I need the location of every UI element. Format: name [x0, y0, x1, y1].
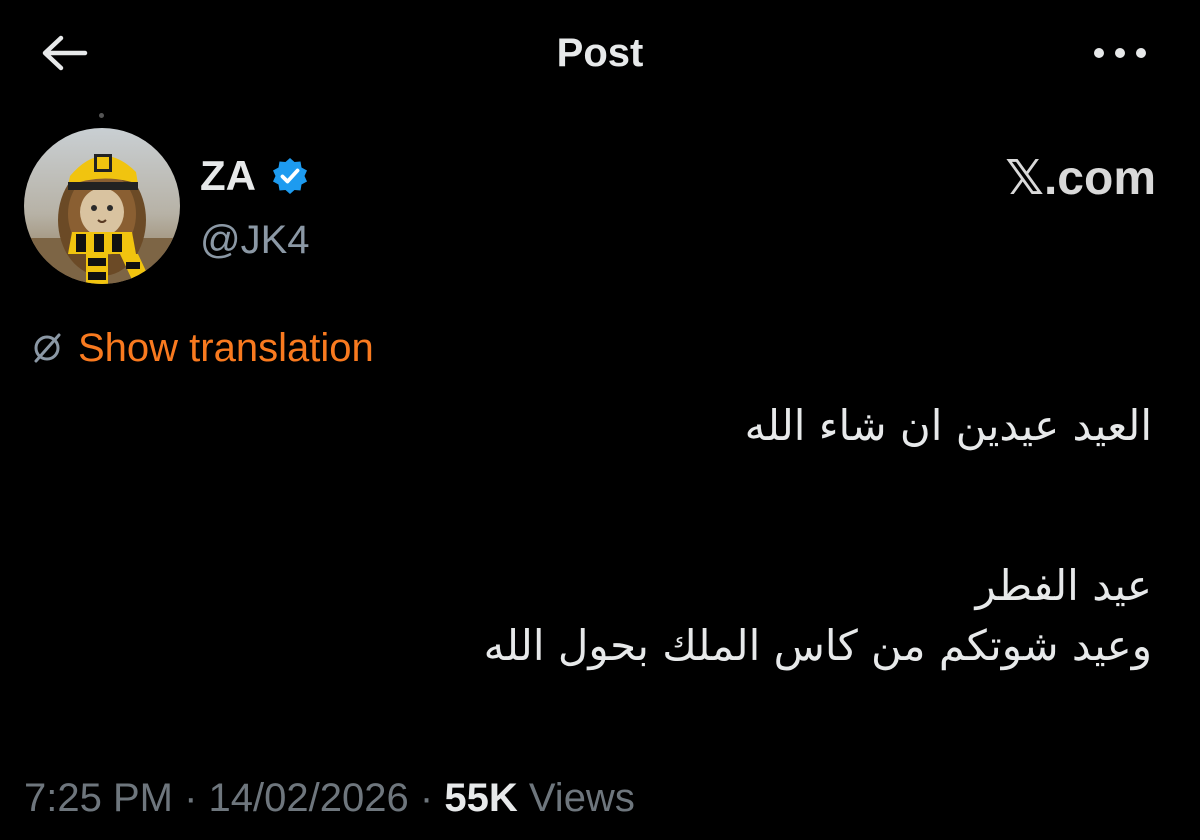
- more-horizontal-icon: [1094, 48, 1146, 58]
- tweet-line: العيد عيدين ان شاء الله: [744, 401, 1152, 450]
- verified-badge-icon: [273, 158, 307, 194]
- watermark-suffix: .com: [1043, 152, 1156, 205]
- avatar[interactable]: [24, 128, 180, 284]
- post-time[interactable]: 7:25 PM: [24, 776, 173, 820]
- tweet-line: وعيد شوتكم من كاس الملك بحول الله: [483, 621, 1152, 670]
- globe-slash-icon: [34, 333, 61, 363]
- show-translation-button[interactable]: Show translation: [28, 322, 374, 374]
- tweet-line: عيد الفطر: [975, 561, 1152, 610]
- show-translation-label: Show translation: [78, 326, 374, 370]
- author-handle[interactable]: @JK4: [200, 214, 310, 266]
- post-date[interactable]: 14/02/2026: [209, 776, 409, 820]
- tweet-metadata: 7:25 PM · 14/02/2026 · 55K Views: [24, 770, 635, 826]
- separator-dot: ·: [184, 776, 198, 820]
- page-title: Post: [556, 31, 644, 75]
- top-bar: Post: [0, 0, 1200, 110]
- author-name-text: ZA: [200, 152, 256, 199]
- x-watermark: 𝕏 .com: [1005, 150, 1156, 208]
- author-name[interactable]: ZA: [200, 150, 310, 202]
- tweet-text: العيد عيدين ان شاء الله عيد الفطر وعيد ش…: [252, 396, 1152, 676]
- avatar-image: [24, 128, 180, 284]
- more-options-button[interactable]: [1090, 28, 1150, 78]
- views-count[interactable]: 55K: [444, 776, 517, 820]
- thread-dot: [99, 113, 104, 118]
- separator-dot: ·: [419, 776, 434, 820]
- views-label: Views: [528, 776, 635, 820]
- x-logo-icon: 𝕏: [1005, 152, 1044, 205]
